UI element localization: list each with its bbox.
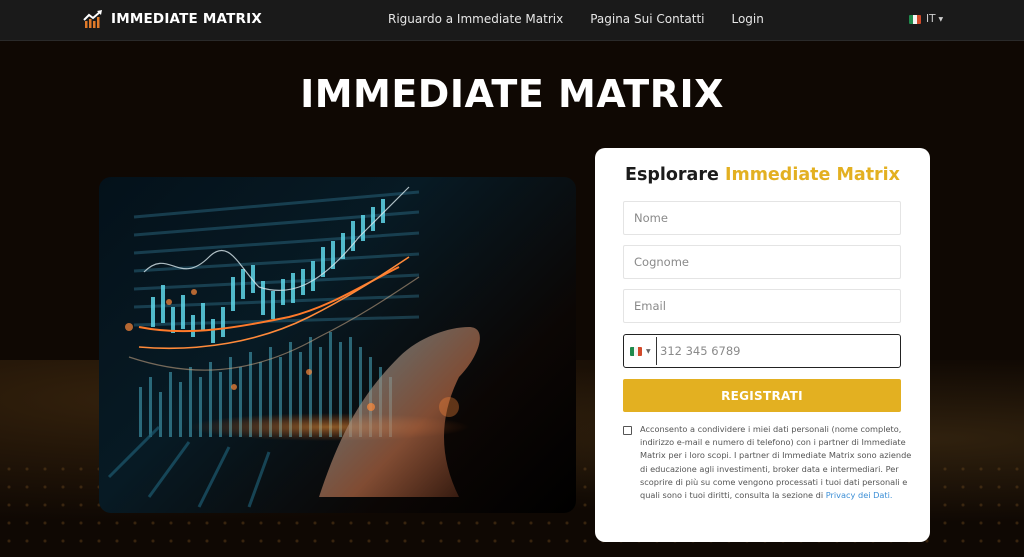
nav-link-login[interactable]: Login bbox=[731, 12, 763, 26]
signup-form-card: Esplorare Immediate Matrix ▼ REGISTRATI … bbox=[595, 148, 930, 542]
italy-flag-icon bbox=[630, 346, 642, 356]
chevron-down-icon: ▼ bbox=[938, 15, 944, 23]
hero-image bbox=[99, 177, 576, 513]
main-nav: Riguardo a Immediate Matrix Pagina Sui C… bbox=[388, 12, 764, 26]
last-name-input[interactable] bbox=[623, 245, 901, 279]
form-title: Esplorare Immediate Matrix bbox=[595, 165, 930, 185]
nav-link-contacts[interactable]: Pagina Sui Contatti bbox=[590, 12, 704, 26]
language-selector[interactable]: IT ▼ bbox=[909, 13, 943, 25]
logo[interactable]: IMMEDIATE MATRIX bbox=[83, 10, 262, 28]
consent-row: Acconsento a condividere i miei dati per… bbox=[623, 423, 913, 502]
first-name-input[interactable] bbox=[623, 201, 901, 235]
chevron-down-icon: ▼ bbox=[646, 347, 651, 355]
phone-country-selector[interactable]: ▼ bbox=[624, 346, 656, 356]
trading-chart-illustration bbox=[107, 186, 480, 508]
form-title-prefix: Esplorare bbox=[625, 165, 719, 185]
consent-text: Acconsento a condividere i miei dati per… bbox=[640, 423, 913, 502]
register-button[interactable]: REGISTRATI bbox=[623, 379, 901, 412]
keyboard bbox=[107, 425, 271, 508]
email-input[interactable] bbox=[623, 289, 901, 323]
form-title-accent: Immediate Matrix bbox=[724, 165, 900, 185]
italy-flag-icon bbox=[909, 14, 921, 24]
phone-input[interactable] bbox=[656, 337, 900, 365]
language-code: IT bbox=[926, 13, 936, 25]
consent-body: Acconsento a condividere i miei dati per… bbox=[640, 424, 912, 501]
consent-checkbox[interactable] bbox=[623, 426, 632, 435]
hero-title: IMMEDIATE MATRIX bbox=[300, 72, 724, 116]
logo-text: IMMEDIATE MATRIX bbox=[111, 11, 262, 27]
phone-field: ▼ bbox=[623, 334, 901, 368]
chart-growth-icon bbox=[83, 10, 102, 28]
nav-link-about[interactable]: Riguardo a Immediate Matrix bbox=[388, 12, 563, 26]
site-header: IMMEDIATE MATRIX Riguardo a Immediate Ma… bbox=[0, 0, 1024, 41]
privacy-link[interactable]: Privacy dei Dati. bbox=[826, 490, 893, 500]
